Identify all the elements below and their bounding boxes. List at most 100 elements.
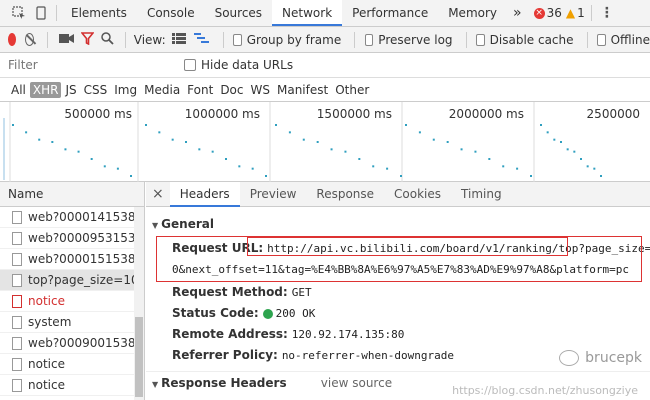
file-icon xyxy=(12,231,22,245)
timeline-tick-label: 2000000 ms xyxy=(449,107,524,121)
request-row-error[interactable]: notice xyxy=(0,291,144,312)
timeline-request-mark xyxy=(225,158,227,160)
tab-network[interactable]: Network xyxy=(272,0,343,26)
tab-headers[interactable]: Headers xyxy=(169,182,240,207)
request-list-scrollbar[interactable] xyxy=(134,207,144,400)
device-toggle-icon[interactable] xyxy=(30,2,52,24)
general-section-toggle[interactable]: ▼ General xyxy=(146,213,650,235)
type-doc[interactable]: Doc xyxy=(217,82,246,98)
watermark-logo: brucepk xyxy=(559,350,642,366)
timeline-tick-label: 1500000 ms xyxy=(317,107,392,121)
request-row[interactable]: web?000095315384... xyxy=(0,228,144,249)
tab-console[interactable]: Console xyxy=(137,0,205,26)
timeline-request-mark xyxy=(580,158,582,160)
type-all[interactable]: All xyxy=(8,82,29,98)
group-by-frame-checkbox[interactable] xyxy=(233,33,242,46)
timeline-request-mark xyxy=(130,175,132,177)
status-code-label: Status Code: xyxy=(172,306,259,320)
request-row[interactable]: web?00001415384... xyxy=(0,207,144,228)
type-js[interactable]: JS xyxy=(62,82,79,98)
scrollbar-thumb[interactable] xyxy=(135,317,143,397)
file-icon xyxy=(12,336,22,350)
file-icon xyxy=(12,357,22,371)
type-ws[interactable]: WS xyxy=(248,82,273,98)
tab-response[interactable]: Response xyxy=(306,182,384,207)
error-counter[interactable]: × 36 ▲ 1 xyxy=(533,6,585,20)
status-code-value: 200 OK xyxy=(275,307,316,320)
disable-cache-label: Disable cache xyxy=(489,32,574,47)
tab-memory[interactable]: Memory xyxy=(438,0,507,26)
view-source-link[interactable]: view source xyxy=(321,376,392,390)
referrer-policy-label: Referrer Policy: xyxy=(172,348,278,362)
request-row[interactable]: notice xyxy=(0,354,144,375)
filter-input[interactable] xyxy=(8,55,178,75)
clear-icon[interactable] xyxy=(25,33,37,46)
timeline-request-mark xyxy=(330,148,333,151)
resource-type-filter: All XHR JS CSS Img Media Font Doc WS Man… xyxy=(0,78,650,102)
type-media[interactable]: Media xyxy=(141,82,183,98)
disable-cache-checkbox[interactable] xyxy=(476,33,485,46)
close-icon[interactable]: × xyxy=(152,186,164,202)
request-row[interactable]: system xyxy=(0,312,144,333)
network-toolbar: View: Group by frame Preserve log Disabl… xyxy=(0,27,650,53)
timeline-tick-label: 1000000 ms xyxy=(185,107,260,121)
waterfall-overview-icon[interactable] xyxy=(193,32,209,47)
tab-cookies[interactable]: Cookies xyxy=(384,182,451,207)
timeline-request-mark xyxy=(316,141,319,143)
inspect-icon[interactable] xyxy=(8,2,30,24)
filter-funnel-icon[interactable] xyxy=(80,31,95,48)
request-row[interactable]: notice xyxy=(0,375,144,396)
name-column-header[interactable]: Name xyxy=(0,182,144,207)
view-label: View: xyxy=(133,32,166,47)
remote-address-value: 120.92.174.135:80 xyxy=(291,328,405,341)
timeline-request-mark xyxy=(553,138,556,141)
offline-checkbox[interactable] xyxy=(597,33,606,46)
timeline-request-mark xyxy=(432,138,435,141)
search-icon[interactable] xyxy=(101,31,114,48)
timeline-request-mark xyxy=(546,131,549,134)
timeline-request-mark xyxy=(302,138,305,141)
screenshot-camera-icon[interactable] xyxy=(59,33,75,47)
error-count: 36 xyxy=(546,6,562,20)
type-manifest[interactable]: Manifest xyxy=(274,82,331,98)
file-icon xyxy=(12,273,22,287)
timeline-request-mark xyxy=(116,167,119,170)
request-row[interactable]: notice xyxy=(0,396,144,400)
timeline-request-mark xyxy=(372,165,375,168)
tab-timing[interactable]: Timing xyxy=(451,182,512,207)
timeline-request-mark xyxy=(185,141,187,143)
timeline-request-mark xyxy=(90,158,93,160)
timeline-request-mark xyxy=(386,167,389,170)
more-tabs-button[interactable]: » xyxy=(507,0,528,26)
hide-data-urls-checkbox[interactable] xyxy=(184,59,196,71)
timeline-request-mark xyxy=(198,148,201,151)
timeline-request-mark xyxy=(405,124,407,126)
request-row[interactable]: web?00090015384... xyxy=(0,333,144,354)
divider xyxy=(465,31,467,48)
network-overview-timeline[interactable]: 500000 ms 1000000 ms 1500000 ms 2000000 ms 2… xyxy=(0,102,650,182)
group-by-frame-label: Group by frame xyxy=(246,32,342,47)
request-method-value: GET xyxy=(291,286,312,299)
large-rows-icon[interactable] xyxy=(171,32,186,47)
request-row[interactable]: web?00001515384... xyxy=(0,249,144,270)
tab-elements[interactable]: Elements xyxy=(61,0,137,26)
request-list: Name web?00001415384... web?000095315384… xyxy=(0,182,145,400)
type-xhr[interactable]: XHR xyxy=(29,81,62,98)
tab-preview[interactable]: Preview xyxy=(240,182,307,207)
wechat-icon xyxy=(559,350,580,366)
overview-canvas: 500000 ms 1000000 ms 1500000 ms 2000000 ms 2… xyxy=(3,102,640,182)
type-css[interactable]: CSS xyxy=(81,82,111,98)
request-row-selected[interactable]: top?page_size=10... xyxy=(0,270,144,291)
type-other[interactable]: Other xyxy=(332,82,372,98)
tab-sources[interactable]: Sources xyxy=(205,0,272,26)
kebab-menu-icon[interactable]: ⋮ xyxy=(596,2,618,24)
tab-performance[interactable]: Performance xyxy=(342,0,438,26)
timeline-request-mark xyxy=(502,165,505,168)
timeline-request-mark xyxy=(25,131,28,134)
timeline-request-mark xyxy=(474,150,477,153)
type-font[interactable]: Font xyxy=(184,82,216,98)
timeline-request-mark xyxy=(275,124,277,126)
record-icon[interactable] xyxy=(8,33,17,46)
preserve-log-checkbox[interactable] xyxy=(364,33,374,46)
type-img[interactable]: Img xyxy=(111,82,140,98)
